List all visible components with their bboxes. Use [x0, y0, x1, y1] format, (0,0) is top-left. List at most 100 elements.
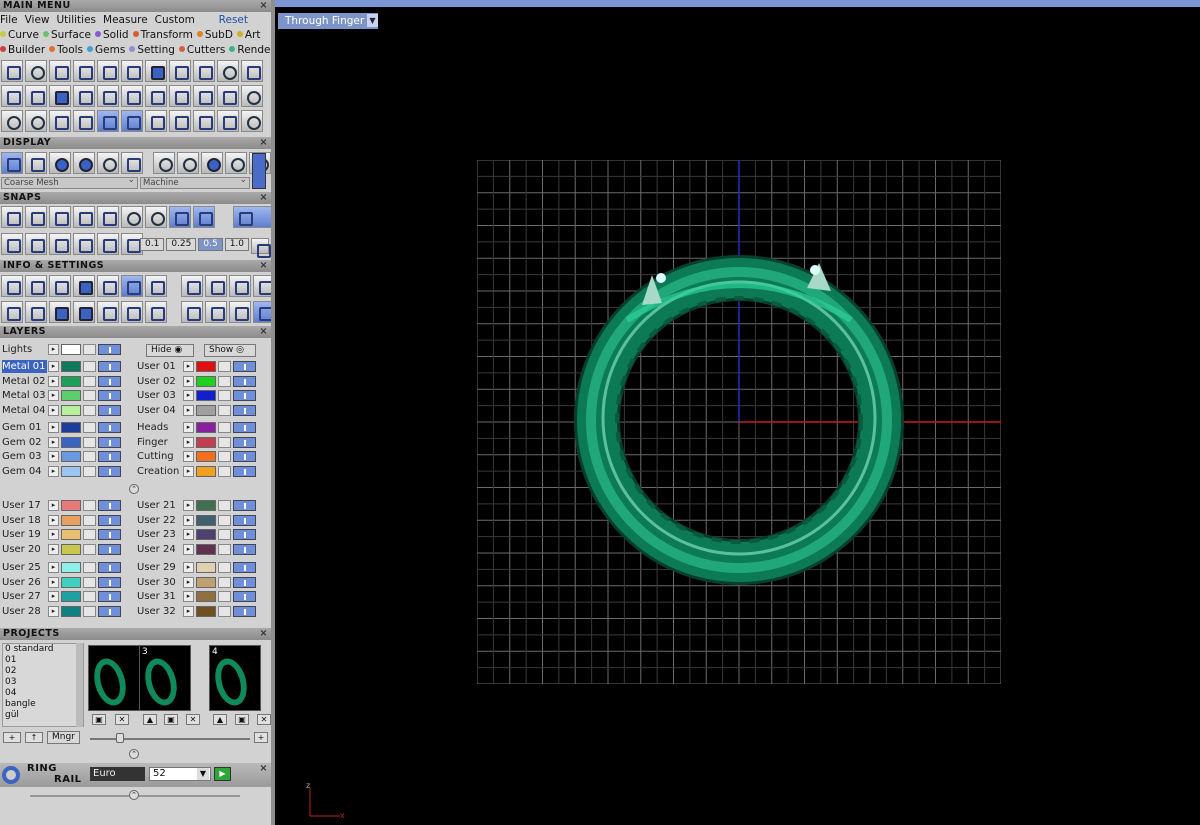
- rail-icon[interactable]: [1, 60, 23, 82]
- wrench-icon[interactable]: [25, 275, 47, 297]
- visibility-toggle[interactable]: [233, 436, 256, 448]
- layer-gem-04[interactable]: Gem 04 ▸: [0, 465, 125, 478]
- project-list-item[interactable]: 04: [5, 688, 83, 699]
- expand-arrow-icon[interactable]: ▸: [48, 500, 59, 511]
- lock-icon[interactable]: [218, 422, 231, 433]
- layer-user-18[interactable]: User 18 ▸: [0, 514, 125, 527]
- project-list[interactable]: 0 standard 01 02 03 04 bangle gül: [2, 643, 84, 727]
- tab-solid[interactable]: Solid: [95, 29, 129, 41]
- close-icon[interactable]: ×: [260, 326, 268, 338]
- visibility-toggle[interactable]: [98, 605, 121, 617]
- lock-icon[interactable]: [83, 591, 96, 602]
- show-button[interactable]: Show ◎: [204, 344, 256, 357]
- lock-icon[interactable]: [218, 514, 231, 526]
- layer-color-swatch[interactable]: [61, 605, 81, 617]
- layer-gem-02[interactable]: Gem 02 ▸: [0, 436, 125, 449]
- lock-icon[interactable]: [83, 436, 96, 448]
- add-project-icon[interactable]: +: [3, 732, 21, 743]
- visibility-toggle[interactable]: [98, 390, 121, 401]
- layer-color-swatch[interactable]: [196, 390, 216, 401]
- bone-icon[interactable]: [25, 60, 47, 82]
- diamond-icon[interactable]: [97, 233, 119, 255]
- tab-surface[interactable]: Surface: [42, 29, 91, 41]
- thumbnail-zoom-slider[interactable]: [90, 738, 250, 740]
- layer-user-25[interactable]: User 25 ▸: [0, 561, 125, 574]
- tab-transform[interactable]: Transform: [132, 29, 193, 41]
- expand-arrow-icon[interactable]: ▸: [183, 562, 194, 573]
- lock-icon[interactable]: [83, 576, 96, 588]
- layer-user-28[interactable]: User 28 ▸: [0, 605, 125, 618]
- visibility-toggle[interactable]: [233, 605, 256, 617]
- close-icon[interactable]: ×: [260, 0, 268, 12]
- crop-icon[interactable]: [25, 85, 47, 107]
- expand-arrow-icon[interactable]: ▸: [183, 576, 194, 588]
- lock-icon[interactable]: [83, 514, 96, 526]
- project-thumbnail-2[interactable]: 3: [139, 645, 191, 711]
- curve-icon[interactable]: [49, 110, 71, 132]
- expand-arrow-icon[interactable]: ▸: [48, 375, 59, 387]
- layer-metal-03[interactable]: Metal 03 ▸: [0, 389, 125, 402]
- layer-metal-02[interactable]: Metal 02 ▸: [0, 375, 125, 388]
- layer-metal-01[interactable]: Metal 01 ▸: [0, 360, 125, 373]
- expand-arrow-icon[interactable]: ▸: [48, 422, 59, 433]
- layer-color-swatch[interactable]: [61, 591, 81, 602]
- visibility-toggle[interactable]: [98, 436, 121, 448]
- layer-color-swatch[interactable]: [61, 465, 81, 477]
- expand-arrow-icon[interactable]: ▸: [183, 390, 194, 401]
- visibility-toggle[interactable]: [98, 543, 121, 555]
- close-icon[interactable]: ×: [260, 137, 268, 149]
- layer-color-swatch[interactable]: [61, 361, 81, 372]
- layer-color-swatch[interactable]: [196, 465, 216, 477]
- layer-user-20[interactable]: User 20 ▸: [0, 543, 125, 556]
- hide-button[interactable]: Hide ◉: [146, 344, 194, 357]
- tab-curve[interactable]: Curve: [0, 29, 39, 41]
- visibility-toggle[interactable]: [233, 591, 256, 602]
- lock-icon[interactable]: [83, 390, 96, 401]
- view-selector[interactable]: Through Finger ▼: [278, 13, 378, 29]
- light-icon[interactable]: [229, 301, 251, 323]
- snap-center-icon[interactable]: [145, 206, 167, 228]
- snap-value-10[interactable]: 1.0: [224, 238, 250, 251]
- slider-handle[interactable]: [116, 733, 124, 743]
- snap-value-01[interactable]: 0.1: [140, 238, 165, 251]
- up-icon[interactable]: ▲: [143, 714, 157, 725]
- frame-icon[interactable]: [1, 85, 23, 107]
- layer-user-17[interactable]: User 17 ▸: [0, 499, 125, 512]
- close-icon[interactable]: ×: [260, 192, 268, 204]
- layer-color-swatch[interactable]: [61, 451, 81, 462]
- lock-icon[interactable]: [83, 543, 96, 555]
- tab-gems[interactable]: Gems: [87, 44, 125, 56]
- expand-arrow-icon[interactable]: ▸: [48, 451, 59, 462]
- object-icon[interactable]: [49, 301, 71, 323]
- tab-cutters[interactable]: Cutters: [178, 44, 225, 56]
- rotate-icon[interactable]: [121, 110, 143, 132]
- snap-circle-icon[interactable]: [121, 206, 143, 228]
- panels-icon[interactable]: [1, 301, 23, 323]
- printer-icon[interactable]: [49, 275, 71, 297]
- fan-icon[interactable]: [145, 110, 167, 132]
- lock-icon[interactable]: [218, 562, 231, 573]
- visibility-toggle[interactable]: [98, 422, 121, 433]
- layer-color-swatch[interactable]: [196, 562, 216, 573]
- projects-collapse-icon[interactable]: ⌃: [129, 749, 139, 759]
- apply-play-icon[interactable]: ▶: [214, 767, 231, 781]
- burst-icon[interactable]: [145, 85, 167, 107]
- lock-icon[interactable]: [218, 500, 231, 511]
- snap-curve-icon[interactable]: [25, 206, 47, 228]
- check-icon[interactable]: [49, 60, 71, 82]
- material-sphere-1-icon[interactable]: [153, 152, 175, 174]
- layer-user-21[interactable]: User 21 ▸: [135, 499, 260, 512]
- lock-icon[interactable]: [83, 562, 96, 573]
- lock-icon[interactable]: [83, 344, 96, 355]
- visibility-toggle[interactable]: [233, 451, 256, 462]
- layer-color-swatch[interactable]: [61, 543, 81, 555]
- display-toggle[interactable]: [252, 153, 266, 189]
- grid-icon[interactable]: [145, 60, 167, 82]
- ring-size-select[interactable]: 52 ▼: [149, 767, 211, 781]
- copy-frame-icon[interactable]: [205, 275, 227, 297]
- split-icon[interactable]: [97, 85, 119, 107]
- refresh-icon[interactable]: [217, 60, 239, 82]
- material-select[interactable]: Machine: [140, 175, 250, 189]
- layers-icon[interactable]: [73, 275, 95, 297]
- visibility-toggle[interactable]: [98, 404, 121, 416]
